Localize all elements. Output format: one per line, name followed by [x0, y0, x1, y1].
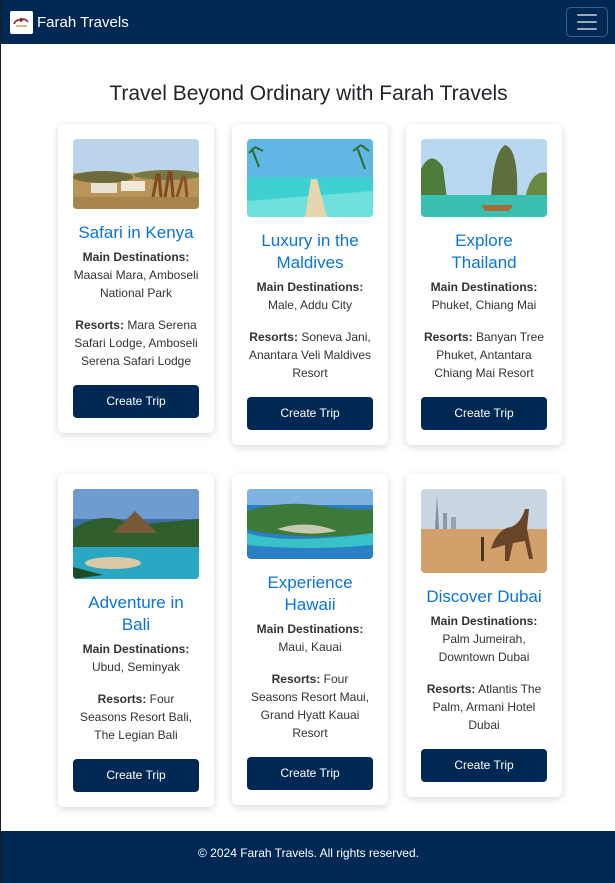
- destination-card-kenya: Safari in Kenya Main Destinations: Maasa…: [58, 124, 214, 433]
- resorts-label: Resorts:: [426, 682, 476, 696]
- main-destinations-value: Phuket, Chiang Mai: [431, 298, 537, 312]
- resorts-label: Resorts:: [423, 330, 473, 344]
- main-destinations-label: Main Destinations:: [82, 642, 190, 656]
- resorts-text: Resorts: Four Seasons Resort Maui, Grand…: [247, 670, 373, 742]
- footer: © 2024 Farah Travels. All rights reserve…: [1, 831, 615, 883]
- safari-image: [73, 139, 199, 209]
- resorts-label: Resorts:: [75, 318, 124, 332]
- resorts-text: Resorts: Four Seasons Resort Bali, The L…: [73, 690, 199, 744]
- create-trip-button[interactable]: Create Trip: [247, 397, 373, 430]
- create-trip-button[interactable]: Create Trip: [421, 749, 547, 782]
- main-destinations-value: Maui, Kauai: [278, 640, 342, 654]
- navbar: Farah Travels: [1, 0, 615, 44]
- brand-link[interactable]: Farah Travels: [10, 10, 129, 34]
- copyright-text: © 2024 Farah Travels. All rights reserve…: [198, 846, 419, 860]
- hawaii-image: [247, 489, 373, 559]
- resorts-label: Resorts:: [249, 330, 298, 344]
- main-destinations-label: Main Destinations:: [430, 614, 538, 628]
- create-trip-button[interactable]: Create Trip: [421, 397, 547, 430]
- create-trip-button[interactable]: Create Trip: [73, 759, 199, 792]
- destination-card-dubai: Discover Dubai Main Destinations: Palm J…: [406, 474, 562, 797]
- resorts-label: Resorts:: [97, 692, 147, 706]
- dubai-image: [421, 489, 547, 573]
- main-destinations-label: Main Destinations:: [430, 280, 538, 294]
- brand-name: Farah Travels: [37, 13, 129, 31]
- card-title[interactable]: Discover Dubai: [421, 586, 547, 608]
- destination-card-hawaii: Experience Hawaii Main Destinations: Mau…: [232, 474, 388, 805]
- navbar-toggle-button[interactable]: [566, 7, 608, 37]
- brand-logo-icon: [10, 10, 33, 34]
- resorts-text: Resorts: Atlantis The Palm, Armani Hotel…: [421, 680, 547, 734]
- thailand-image: [421, 139, 547, 217]
- main-destinations-label: Main Destinations:: [256, 280, 364, 294]
- destination-card-maldives: Luxury in the Maldives Main Destinations…: [232, 124, 388, 445]
- card-title[interactable]: Experience Hawaii: [247, 572, 373, 616]
- main-destinations-value: Ubud, Seminyak: [91, 660, 181, 674]
- card-title[interactable]: Explore Thailand: [421, 230, 547, 274]
- page-title: Travel Beyond Ordinary with Farah Travel…: [109, 82, 508, 105]
- create-trip-button[interactable]: Create Trip: [73, 385, 199, 418]
- resorts-text: Resorts: Banyan Tree Phuket, Antantara C…: [421, 328, 547, 382]
- main-destinations-label: Main Destinations:: [82, 250, 190, 264]
- main-destinations-value: Palm Jumeirah, Downtown Dubai: [438, 632, 530, 664]
- main-destinations-value: Maasai Mara, Amboseli National Park: [73, 268, 199, 300]
- hamburger-icon-line: [577, 28, 597, 30]
- main-destinations-value: Male, Addu City: [267, 298, 353, 312]
- card-title[interactable]: Safari in Kenya: [73, 222, 199, 244]
- card-title[interactable]: Adventure in Bali: [73, 592, 199, 636]
- hamburger-icon: [577, 14, 597, 16]
- create-trip-button[interactable]: Create Trip: [247, 757, 373, 790]
- maldives-image: [247, 139, 373, 217]
- destination-card-thailand: Explore Thailand Main Destinations: Phuk…: [406, 124, 562, 445]
- resorts-text: Resorts: Soneva Jani, Anantara Veli Mald…: [247, 328, 373, 382]
- resorts-text: Resorts: Mara Serena Safari Lodge, Ambos…: [73, 316, 199, 370]
- destination-card-bali: Adventure in Bali Main Destinations: Ubu…: [58, 474, 214, 807]
- hamburger-icon-line: [577, 21, 597, 23]
- bali-image: [73, 489, 199, 579]
- card-title[interactable]: Luxury in the Maldives: [247, 230, 373, 274]
- main-destinations-label: Main Destinations:: [256, 622, 364, 636]
- resorts-label: Resorts:: [271, 672, 321, 686]
